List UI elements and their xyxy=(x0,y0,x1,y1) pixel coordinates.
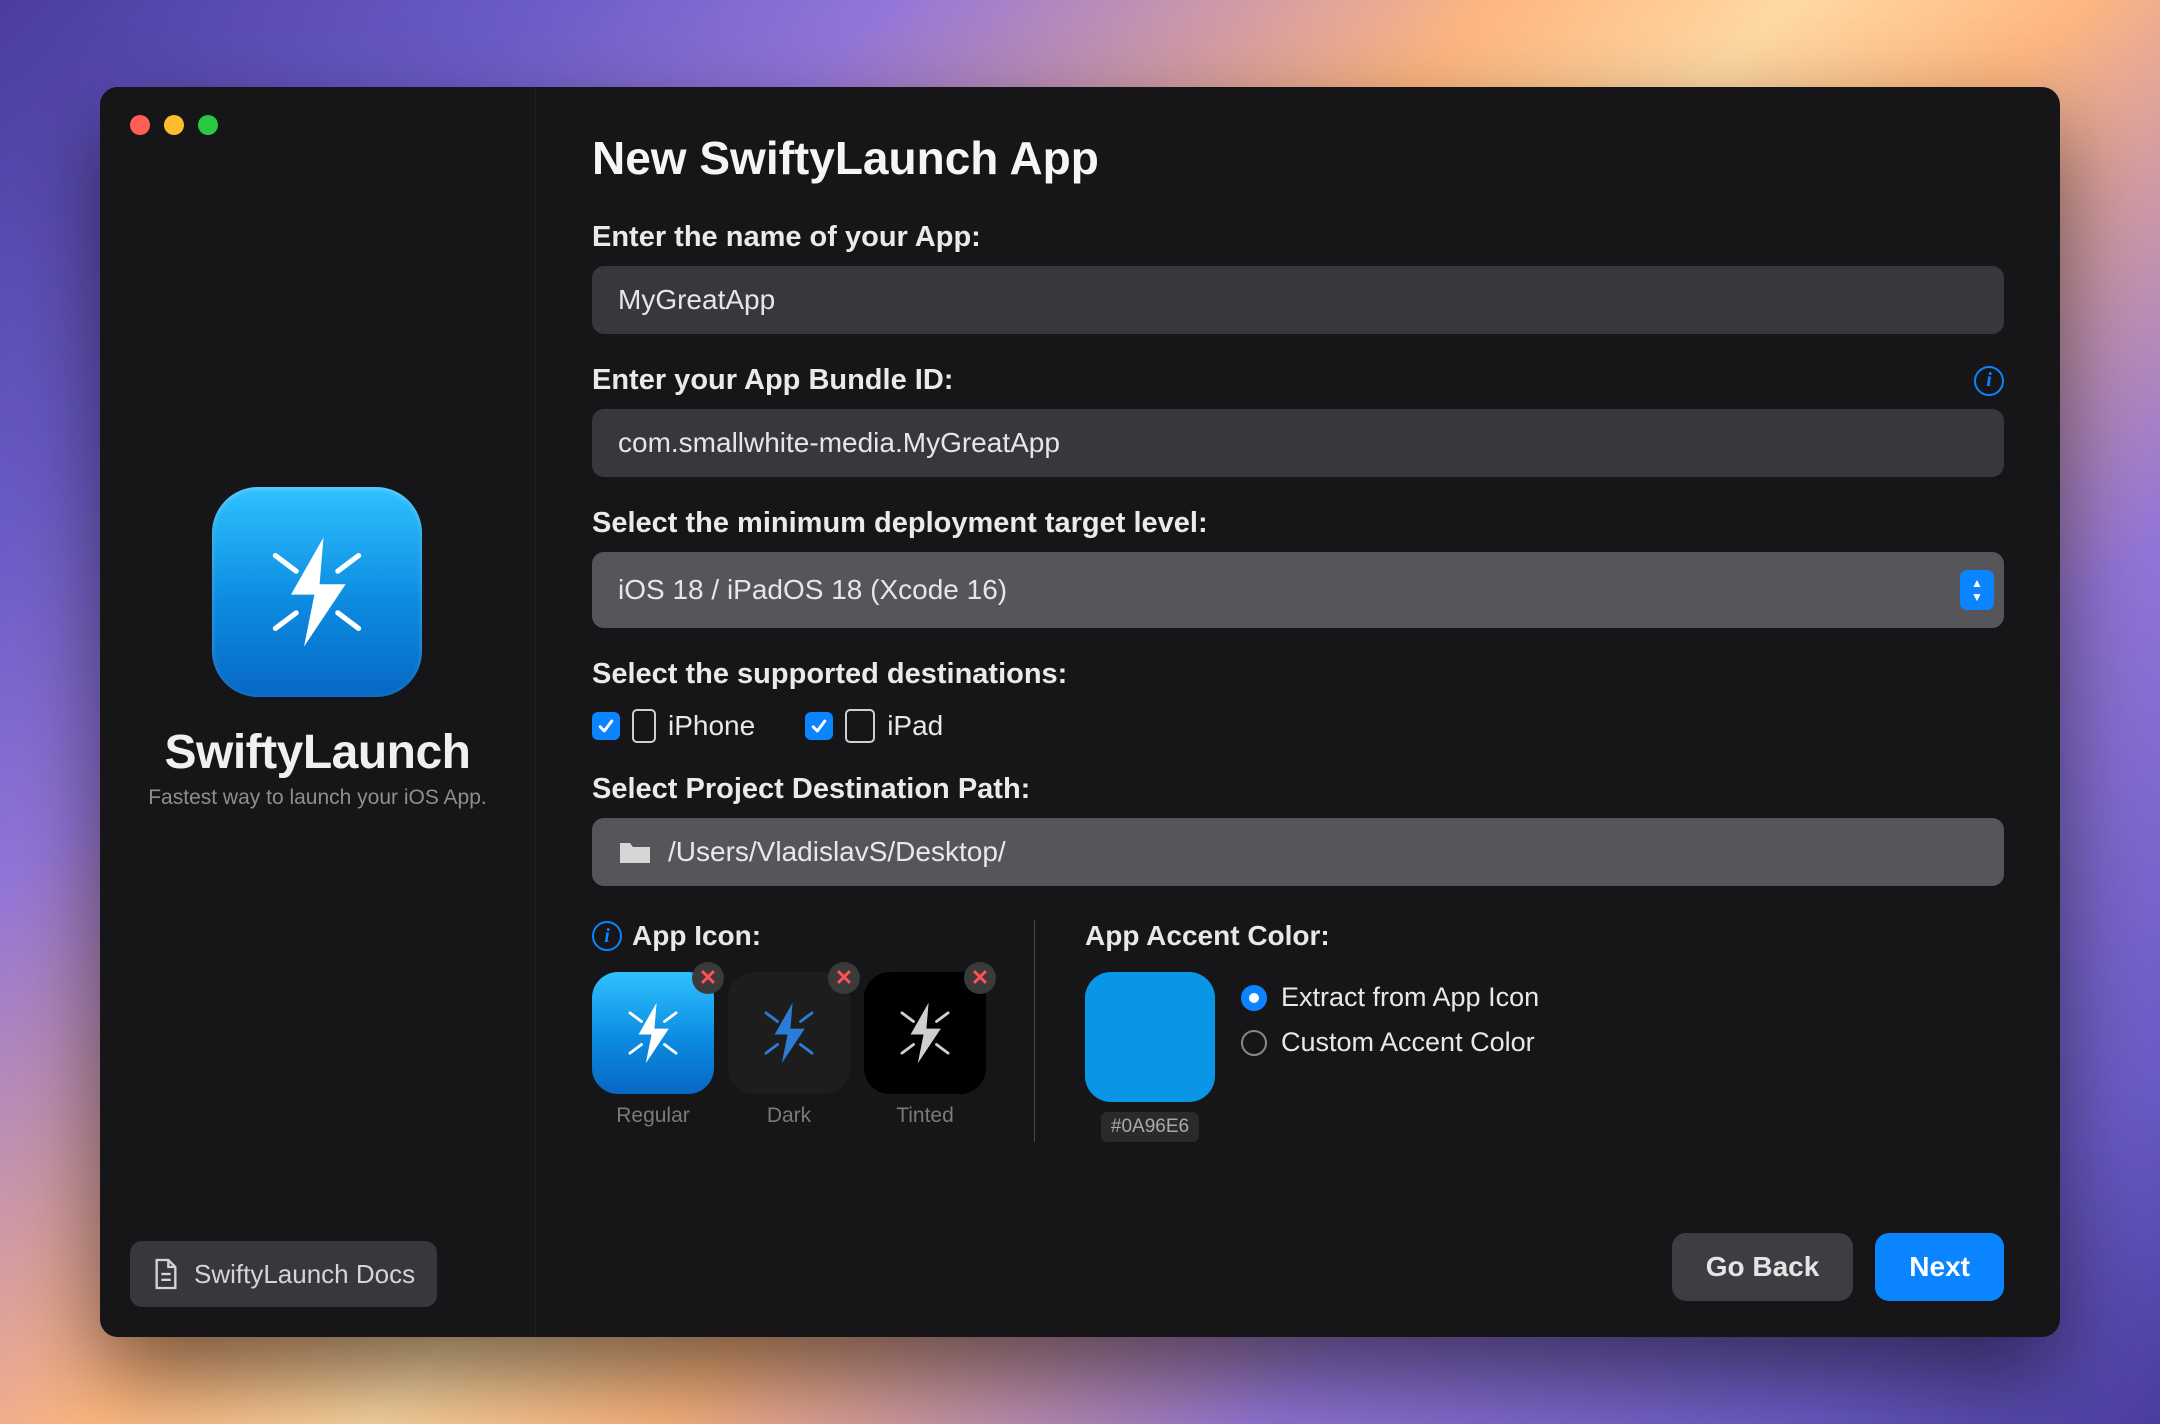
iphone-icon xyxy=(632,709,656,743)
bundle-id-input[interactable] xyxy=(592,409,2004,477)
icon-slot-tinted[interactable]: ✕ Tinted xyxy=(864,972,986,1128)
accent-option-custom[interactable]: Custom Accent Color xyxy=(1241,1027,1539,1058)
accent-option-extract-label: Extract from App Icon xyxy=(1281,982,1539,1013)
icon-label-dark: Dark xyxy=(767,1104,811,1128)
document-icon xyxy=(152,1257,180,1291)
chevron-updown-icon: ▲▼ xyxy=(1960,570,1994,610)
path-label: Select Project Destination Path: xyxy=(592,773,2004,806)
app-icon-section-title: App Icon: xyxy=(632,920,761,952)
docs-button-label: SwiftyLaunch Docs xyxy=(194,1259,415,1290)
accent-hex-value: #0A96E6 xyxy=(1101,1112,1199,1142)
deployment-label: Select the minimum deployment target lev… xyxy=(592,507,2004,540)
go-back-button[interactable]: Go Back xyxy=(1672,1233,1854,1301)
accent-option-extract[interactable]: Extract from App Icon xyxy=(1241,982,1539,1013)
iphone-label: iPhone xyxy=(668,710,755,742)
path-value: /Users/VladislavS/Desktop/ xyxy=(668,836,1006,868)
info-icon[interactable]: i xyxy=(592,921,622,951)
next-button[interactable]: Next xyxy=(1875,1233,2004,1301)
app-tagline: Fastest way to launch your iOS App. xyxy=(148,786,487,810)
destinations-label: Select the supported destinations: xyxy=(592,658,2004,691)
accent-color-section: App Accent Color: #0A96E6 Extract from A… xyxy=(1085,920,2004,1142)
deployment-select[interactable]: iOS 18 / iPadOS 18 (Xcode 16) ▲▼ xyxy=(592,552,2004,628)
app-icon-section: i App Icon: ✕ Regular ✕ xyxy=(592,920,1035,1142)
deployment-value: iOS 18 / iPadOS 18 (Xcode 16) xyxy=(618,574,1007,606)
app-title: SwiftyLaunch xyxy=(164,725,470,780)
remove-icon-button[interactable]: ✕ xyxy=(692,962,724,994)
ipad-checkbox[interactable] xyxy=(805,712,833,740)
accent-option-custom-label: Custom Accent Color xyxy=(1281,1027,1535,1058)
app-name-label: Enter the name of your App: xyxy=(592,221,2004,254)
checkmark-icon xyxy=(596,716,616,736)
lightning-icon xyxy=(728,972,850,1094)
ipad-icon xyxy=(845,709,875,743)
info-icon[interactable]: i xyxy=(1974,366,2004,396)
ipad-checkbox-row: iPad xyxy=(805,709,943,743)
lightning-icon xyxy=(592,972,714,1094)
icon-label-tinted: Tinted xyxy=(896,1104,954,1128)
close-window-button[interactable] xyxy=(130,115,150,135)
app-branding: SwiftyLaunch Fastest way to launch your … xyxy=(148,487,487,810)
radio-icon xyxy=(1241,1030,1267,1056)
sidebar: SwiftyLaunch Fastest way to launch your … xyxy=(100,87,536,1337)
bundle-id-label: Enter your App Bundle ID: i xyxy=(592,364,2004,397)
icon-slot-regular[interactable]: ✕ Regular xyxy=(592,972,714,1128)
minimize-window-button[interactable] xyxy=(164,115,184,135)
radio-icon xyxy=(1241,985,1267,1011)
iphone-checkbox[interactable] xyxy=(592,712,620,740)
ipad-label: iPad xyxy=(887,710,943,742)
app-window: SwiftyLaunch Fastest way to launch your … xyxy=(100,87,2060,1337)
app-name-input[interactable] xyxy=(592,266,2004,334)
icon-label-regular: Regular xyxy=(616,1104,690,1128)
app-logo-icon xyxy=(212,487,422,697)
zoom-window-button[interactable] xyxy=(198,115,218,135)
icon-slot-dark[interactable]: ✕ Dark xyxy=(728,972,850,1128)
remove-icon-button[interactable]: ✕ xyxy=(828,962,860,994)
accent-section-title: App Accent Color: xyxy=(1085,920,2004,952)
folder-icon xyxy=(618,839,652,865)
path-selector[interactable]: /Users/VladislavS/Desktop/ xyxy=(592,818,2004,886)
checkmark-icon xyxy=(809,716,829,736)
remove-icon-button[interactable]: ✕ xyxy=(964,962,996,994)
traffic-lights xyxy=(130,115,218,135)
lightning-icon xyxy=(864,972,986,1094)
accent-swatch[interactable] xyxy=(1085,972,1215,1102)
main-panel: New SwiftyLaunch App Enter the name of y… xyxy=(536,87,2060,1337)
page-title: New SwiftyLaunch App xyxy=(592,131,2004,185)
docs-button[interactable]: SwiftyLaunch Docs xyxy=(130,1241,437,1307)
iphone-checkbox-row: iPhone xyxy=(592,709,755,743)
